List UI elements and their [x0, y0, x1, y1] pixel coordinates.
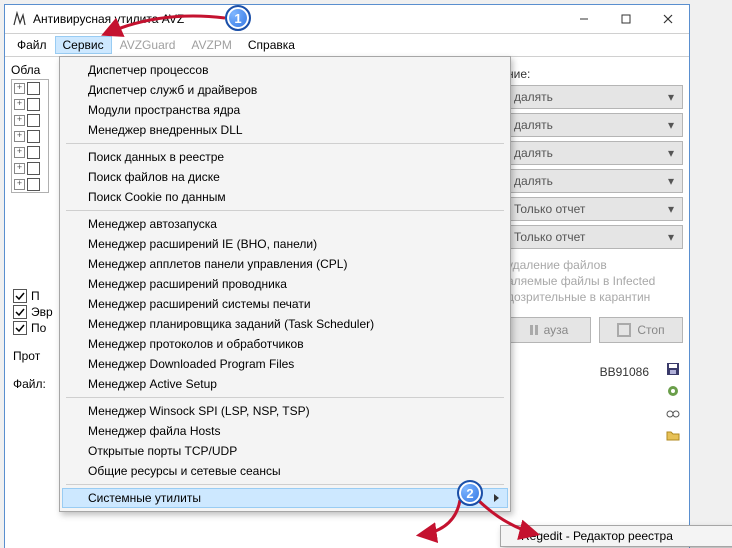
combo-action-1[interactable]: далять▾ — [507, 85, 683, 109]
check-label: П — [31, 289, 40, 303]
checkbox[interactable] — [13, 321, 27, 335]
protocol-label: Прот — [13, 349, 40, 363]
combo-action-3[interactable]: далять▾ — [507, 141, 683, 165]
dropdown-item[interactable]: Менеджер Downloaded Program Files — [62, 354, 508, 374]
chevron-down-icon: ▾ — [664, 230, 678, 244]
close-button[interactable] — [647, 5, 689, 33]
dropdown-item[interactable]: Менеджер протоколов и обработчиков — [62, 334, 508, 354]
dropdown-item[interactable]: Диспетчер процессов — [62, 60, 508, 80]
dropdown-item[interactable]: Модули пространства ядра — [62, 100, 508, 120]
gear-icon[interactable] — [665, 383, 681, 399]
chevron-right-icon — [494, 494, 499, 502]
app-icon — [11, 11, 27, 27]
checkbox[interactable] — [13, 289, 27, 303]
dropdown-item[interactable]: Поиск данных в реестре — [62, 147, 508, 167]
menu-avzpm[interactable]: AVZPM — [183, 36, 239, 54]
menu-help[interactable]: Справка — [240, 36, 303, 54]
menu-service[interactable]: Сервис — [55, 36, 112, 54]
pause-button[interactable]: ауза — [507, 317, 591, 343]
dropdown-item[interactable]: Поиск файлов на диске — [62, 167, 508, 187]
right-panel: ние: далять▾ далять▾ далять▾ далять▾ Тол… — [507, 67, 683, 343]
menu-avzguard[interactable]: AVZGuard — [112, 36, 184, 54]
tree-row[interactable]: + — [12, 160, 48, 176]
combo-action-5[interactable]: Только отчет▾ — [507, 197, 683, 221]
log-side-icons — [665, 361, 681, 443]
dropdown-item[interactable]: Менеджер автозапуска — [62, 214, 508, 234]
heal-label: ние: — [507, 67, 683, 81]
stop-icon — [617, 323, 631, 337]
drive-tree[interactable]: + + + + + + + — [11, 79, 49, 193]
combo-action-4[interactable]: далять▾ — [507, 169, 683, 193]
annotation-badge-1: 1 — [225, 5, 251, 31]
system-utilities-submenu: Regedit - Редактор реестра — [500, 525, 732, 547]
file-label: Файл: — [13, 377, 46, 391]
combo-action-6[interactable]: Только отчет▾ — [507, 225, 683, 249]
save-icon[interactable] — [665, 361, 681, 377]
dropdown-item[interactable]: Менеджер расширений проводника — [62, 274, 508, 294]
chevron-down-icon: ▾ — [664, 202, 678, 216]
dropdown-item[interactable]: Менеджер Winsock SPI (LSP, NSP, TSP) — [62, 401, 508, 421]
chevron-down-icon: ▾ — [664, 90, 678, 104]
note-line: удаление файлов — [507, 257, 683, 273]
check-label: По — [31, 321, 46, 335]
log-text: BB91086 — [600, 365, 649, 379]
checkbox-area: П Эвр По — [13, 288, 53, 336]
menubar: Файл Сервис AVZGuard AVZPM Справка — [5, 34, 689, 57]
folder-icon[interactable] — [665, 427, 681, 443]
tree-row[interactable]: + — [12, 144, 48, 160]
chevron-down-icon: ▾ — [664, 118, 678, 132]
annotation-badge-2: 2 — [457, 480, 483, 506]
glasses-icon[interactable] — [665, 405, 681, 421]
dropdown-item[interactable]: Диспетчер служб и драйверов — [62, 80, 508, 100]
maximize-button[interactable] — [605, 5, 647, 33]
dropdown-item[interactable]: Менеджер планировщика заданий (Task Sche… — [62, 314, 508, 334]
menu-file[interactable]: Файл — [9, 36, 55, 54]
submenu-item-regedit[interactable]: Regedit - Редактор реестра — [521, 529, 673, 543]
window-title: Антивирусная утилита AVZ — [33, 12, 563, 26]
dropdown-item[interactable]: Поиск Cookie по данным — [62, 187, 508, 207]
app-window: Антивирусная утилита AVZ Файл Сервис AVZ… — [4, 4, 690, 548]
tree-row[interactable]: + — [12, 96, 48, 112]
stop-button[interactable]: Стоп — [599, 317, 683, 343]
dropdown-item[interactable]: Открытые порты TCP/UDP — [62, 441, 508, 461]
tree-row[interactable]: + — [12, 128, 48, 144]
left-column: Обла + + + + + + + — [9, 61, 49, 193]
area-label: Обла — [9, 61, 49, 79]
dropdown-item[interactable]: Системные утилиты — [62, 488, 508, 508]
dropdown-item[interactable]: Менеджер расширений IE (BHO, панели) — [62, 234, 508, 254]
dropdown-item[interactable]: Менеджер апплетов панели управления (CPL… — [62, 254, 508, 274]
dropdown-item[interactable]: Общие ресурсы и сетевые сеансы — [62, 461, 508, 481]
checkbox[interactable] — [13, 305, 27, 319]
dropdown-item[interactable]: Менеджер файла Hosts — [62, 421, 508, 441]
dropdown-item[interactable]: Менеджер Active Setup — [62, 374, 508, 394]
note-line: аляемые файлы в Infected — [507, 273, 683, 289]
combo-action-2[interactable]: далять▾ — [507, 113, 683, 137]
dropdown-item[interactable]: Менеджер расширений системы печати — [62, 294, 508, 314]
dropdown-item[interactable]: Менеджер внедренных DLL — [62, 120, 508, 140]
pause-icon — [530, 325, 538, 335]
note-line: дозрительные в карантин — [507, 289, 683, 305]
check-label: Эвр — [31, 305, 53, 319]
minimize-button[interactable] — [563, 5, 605, 33]
tree-row[interactable]: + — [12, 112, 48, 128]
chevron-down-icon: ▾ — [664, 146, 678, 160]
tree-row[interactable]: + — [12, 80, 48, 96]
tree-row[interactable]: + — [12, 176, 48, 192]
chevron-down-icon: ▾ — [664, 174, 678, 188]
service-dropdown: Диспетчер процессовДиспетчер служб и дра… — [59, 56, 511, 512]
titlebar: Антивирусная утилита AVZ — [5, 5, 689, 34]
